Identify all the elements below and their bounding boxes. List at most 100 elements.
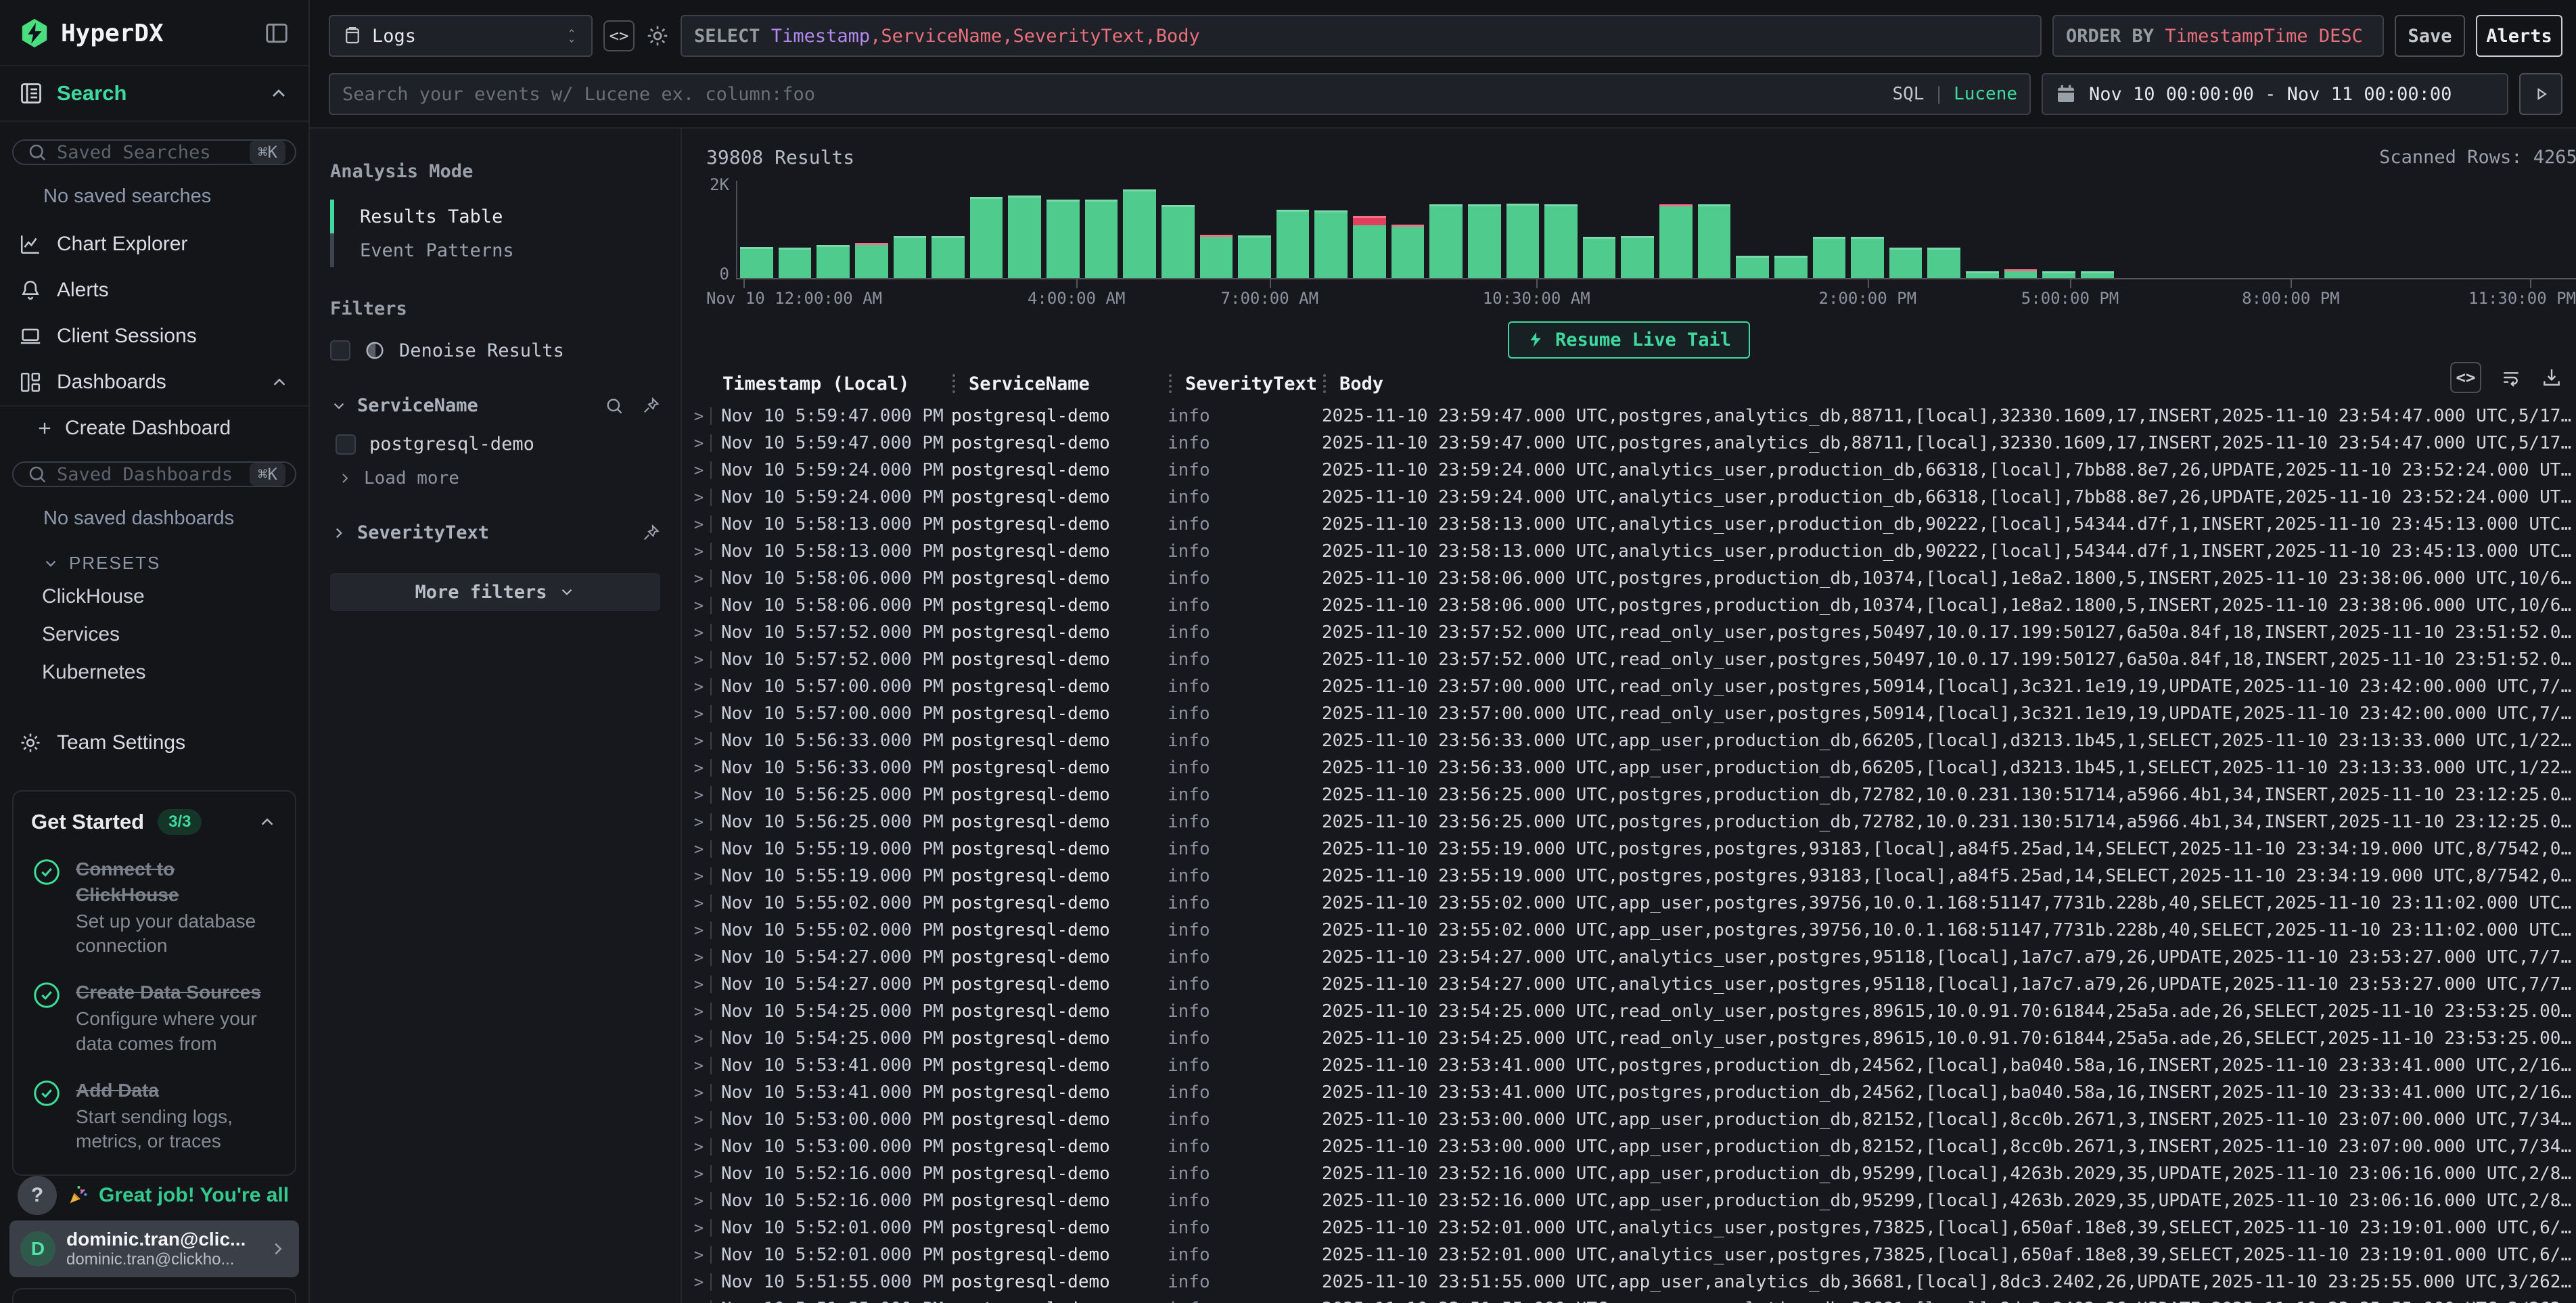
table-row[interactable]: >Nov 10 5:58:13.000 PMpostgresql-demoinf… bbox=[687, 511, 2576, 538]
histogram-bar[interactable] bbox=[2461, 181, 2500, 278]
saved-searches-input[interactable]: Saved Searches ⌘K bbox=[12, 139, 296, 165]
row-expander-icon[interactable]: > bbox=[687, 948, 710, 967]
histogram-bar[interactable] bbox=[1350, 181, 1389, 278]
histogram-bar[interactable] bbox=[2231, 181, 2270, 278]
histogram-bar[interactable] bbox=[1274, 181, 1312, 278]
table-row[interactable]: >Nov 10 5:55:02.000 PMpostgresql-demoinf… bbox=[687, 890, 2576, 917]
denoise-results-checkbox-row[interactable]: Denoise Results bbox=[330, 340, 660, 361]
histogram-bar[interactable] bbox=[2308, 181, 2347, 278]
facet-service-name[interactable]: ServiceName bbox=[330, 395, 660, 416]
histogram-bar[interactable] bbox=[1197, 181, 1236, 278]
table-row[interactable]: >Nov 10 5:55:19.000 PMpostgresql-demoinf… bbox=[687, 836, 2576, 863]
row-expander-icon[interactable]: > bbox=[687, 1029, 710, 1048]
help-button[interactable]: ? bbox=[18, 1176, 57, 1215]
source-select[interactable]: Logs bbox=[329, 15, 593, 57]
table-row[interactable]: >Nov 10 5:57:52.000 PMpostgresql-demoinf… bbox=[687, 619, 2576, 646]
table-row[interactable]: >Nov 10 5:53:41.000 PMpostgresql-demoinf… bbox=[687, 1079, 2576, 1106]
row-expander-icon[interactable]: > bbox=[687, 731, 710, 750]
sidebar-item-dashboards[interactable]: Dashboards bbox=[0, 359, 308, 405]
histogram-bar[interactable] bbox=[1657, 181, 1695, 278]
row-expander-icon[interactable]: > bbox=[687, 1137, 710, 1156]
table-row[interactable]: >Nov 10 5:58:06.000 PMpostgresql-demoinf… bbox=[687, 592, 2576, 619]
table-row[interactable]: >Nov 10 5:53:00.000 PMpostgresql-demoinf… bbox=[687, 1133, 2576, 1160]
select-columns-input[interactable]: SELECT Timestamp ,ServiceName,SeverityTe… bbox=[681, 15, 2042, 57]
histogram-bar[interactable] bbox=[1580, 181, 1619, 278]
more-filters-button[interactable]: More filters bbox=[330, 573, 660, 611]
histogram-bar[interactable] bbox=[2500, 181, 2538, 278]
sidebar-item-team-settings[interactable]: Team Settings bbox=[0, 720, 308, 766]
sidebar-item-clickhouse[interactable]: ClickHouse bbox=[0, 578, 308, 616]
table-row[interactable]: >Nov 10 5:57:52.000 PMpostgresql-demoinf… bbox=[687, 646, 2576, 673]
histogram-bar[interactable] bbox=[891, 181, 929, 278]
save-button[interactable]: Save bbox=[2395, 15, 2465, 57]
facet-severity-text[interactable]: SeverityText bbox=[330, 522, 660, 543]
load-more-button[interactable]: Load more bbox=[337, 468, 660, 488]
histogram-bar[interactable] bbox=[1772, 181, 1810, 278]
sidebar-item-search[interactable]: Search bbox=[0, 66, 308, 120]
table-row[interactable]: >Nov 10 5:52:16.000 PMpostgresql-demoinf… bbox=[687, 1160, 2576, 1187]
table-row[interactable]: >Nov 10 5:59:47.000 PMpostgresql-demoinf… bbox=[687, 403, 2576, 430]
histogram-bar[interactable] bbox=[737, 181, 776, 278]
table-row[interactable]: >Nov 10 5:58:06.000 PMpostgresql-demoinf… bbox=[687, 565, 2576, 592]
histogram-bar[interactable] bbox=[852, 181, 891, 278]
table-row[interactable]: >Nov 10 5:58:13.000 PMpostgresql-demoinf… bbox=[687, 538, 2576, 565]
table-row[interactable]: >Nov 10 5:52:16.000 PMpostgresql-demoinf… bbox=[687, 1187, 2576, 1214]
row-expander-icon[interactable]: > bbox=[687, 542, 710, 561]
row-expander-icon[interactable]: > bbox=[687, 975, 710, 994]
pin-icon[interactable] bbox=[641, 396, 660, 415]
sidebar-item-services[interactable]: Services bbox=[0, 616, 308, 654]
histogram-bar[interactable] bbox=[2002, 181, 2040, 278]
chevron-up-icon[interactable] bbox=[268, 83, 290, 104]
table-row[interactable]: >Nov 10 5:51:55.000 PMpostgresql-demoinf… bbox=[687, 1268, 2576, 1296]
column-header-severity-text[interactable]: SeverityText bbox=[1169, 373, 1323, 394]
column-header-service-name[interactable]: ServiceName bbox=[952, 373, 1169, 394]
row-expander-icon[interactable]: > bbox=[687, 434, 710, 453]
table-row[interactable]: >Nov 10 5:56:25.000 PMpostgresql-demoinf… bbox=[687, 781, 2576, 808]
histogram-bar[interactable] bbox=[1733, 181, 1772, 278]
checkbox[interactable] bbox=[330, 340, 350, 361]
table-row[interactable]: >Nov 10 5:52:01.000 PMpostgresql-demoinf… bbox=[687, 1241, 2576, 1268]
sql-mode-toggle[interactable]: SQL bbox=[1892, 84, 1924, 104]
histogram-bar[interactable] bbox=[1963, 181, 2002, 278]
row-expander-icon[interactable]: > bbox=[687, 813, 710, 831]
facet-option-postgresql-demo[interactable]: postgresql-demo bbox=[336, 434, 660, 455]
histogram-bar[interactable] bbox=[967, 181, 1006, 278]
histogram-bar[interactable] bbox=[1618, 181, 1657, 278]
histogram-bar[interactable] bbox=[814, 181, 852, 278]
histogram-bar[interactable] bbox=[1925, 181, 1963, 278]
row-expander-icon[interactable]: > bbox=[687, 1191, 710, 1210]
table-row[interactable]: >Nov 10 5:57:00.000 PMpostgresql-demoinf… bbox=[687, 700, 2576, 727]
row-expander-icon[interactable]: > bbox=[687, 650, 710, 669]
user-profile-button[interactable]: D dominic.tran@clic... dominic.tran@clic… bbox=[9, 1220, 299, 1277]
histogram-bar[interactable] bbox=[1044, 181, 1082, 278]
chevron-up-icon[interactable] bbox=[257, 812, 277, 832]
table-row[interactable]: >Nov 10 5:55:19.000 PMpostgresql-demoinf… bbox=[687, 863, 2576, 890]
histogram-bar[interactable] bbox=[2423, 181, 2462, 278]
row-expander-icon[interactable]: > bbox=[687, 1110, 710, 1129]
presets-section-toggle[interactable]: PRESETS bbox=[42, 553, 308, 574]
histogram-bar[interactable] bbox=[2270, 181, 2308, 278]
saved-dashboards-input[interactable]: Saved Dashboards ⌘K bbox=[12, 461, 296, 487]
histogram-bar[interactable] bbox=[1235, 181, 1274, 278]
histogram-bar[interactable] bbox=[2193, 181, 2232, 278]
row-expander-icon[interactable]: > bbox=[687, 1164, 710, 1183]
column-resize-handle[interactable] bbox=[952, 374, 955, 393]
row-expander-icon[interactable]: > bbox=[687, 515, 710, 534]
sidebar-item-alerts[interactable]: Alerts bbox=[0, 267, 308, 313]
row-expander-icon[interactable]: > bbox=[687, 758, 710, 777]
histogram-bar[interactable] bbox=[2040, 181, 2078, 278]
histogram-bar[interactable] bbox=[1120, 181, 1159, 278]
row-expander-icon[interactable]: > bbox=[687, 1300, 710, 1303]
histogram-bar[interactable] bbox=[1810, 181, 1849, 278]
column-header-timestamp[interactable]: Timestamp (Local) bbox=[722, 373, 952, 394]
resume-live-tail-button[interactable]: Resume Live Tail bbox=[1508, 321, 1750, 359]
row-expander-icon[interactable]: > bbox=[687, 623, 710, 642]
table-row[interactable]: >Nov 10 5:52:01.000 PMpostgresql-demoinf… bbox=[687, 1214, 2576, 1241]
table-row[interactable]: >Nov 10 5:56:33.000 PMpostgresql-demoinf… bbox=[687, 754, 2576, 781]
lucene-mode-toggle[interactable]: Lucene bbox=[1954, 84, 2017, 104]
table-row[interactable]: >Nov 10 5:59:47.000 PMpostgresql-demoinf… bbox=[687, 430, 2576, 457]
histogram-bar[interactable] bbox=[776, 181, 814, 278]
row-expander-icon[interactable]: > bbox=[687, 1273, 710, 1291]
sidebar-item-client-sessions[interactable]: Client Sessions bbox=[0, 313, 308, 359]
row-expander-icon[interactable]: > bbox=[687, 894, 710, 913]
